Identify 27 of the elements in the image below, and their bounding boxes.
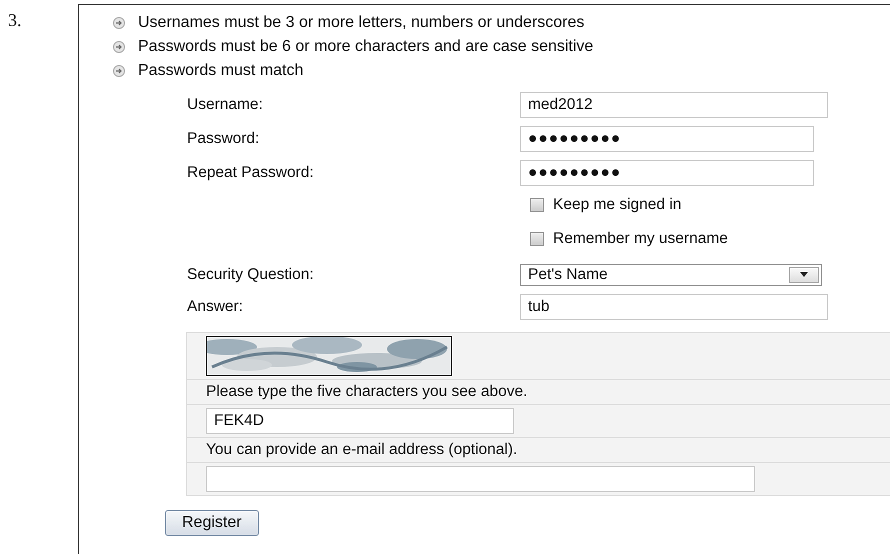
input-field[interactable]: med2012	[520, 92, 828, 118]
caret-icon	[799, 272, 809, 278]
email-field[interactable]	[206, 466, 755, 492]
register-button[interactable]: Register	[165, 510, 259, 536]
field-label: Answer:	[187, 298, 244, 316]
answer-field[interactable]: tub	[520, 294, 828, 320]
checkbox-label: Keep me signed in	[553, 196, 682, 214]
captcha-prompt: Please type the five characters you see above.	[206, 383, 528, 401]
password-field[interactable]: ●●●●●●●●●	[520, 126, 814, 152]
rule-text: Passwords must be 6 or more characters and are case sensitive	[138, 38, 594, 56]
checkbox[interactable]	[530, 198, 544, 212]
email-prompt: You can provide an e-mail address (optional).	[206, 441, 518, 459]
field-label: Password:	[187, 130, 260, 148]
field-label: Repeat Password:	[187, 164, 315, 182]
arrow-bullet-icon	[113, 65, 125, 77]
captcha-field[interactable]: FEK4D	[206, 408, 514, 434]
item-number: 3.	[8, 10, 22, 30]
rule-text: Passwords must match	[138, 62, 304, 80]
field-label: Security Question:	[187, 266, 315, 284]
arrow-bullet-icon	[113, 41, 125, 53]
arrow-bullet-icon	[113, 17, 125, 29]
checkbox-label: Remember my username	[553, 230, 728, 248]
field-label: Username:	[187, 96, 264, 114]
rule-text: Usernames must be 3 or more letters, numbers or underscores	[138, 14, 584, 32]
security-question-dropdown[interactable]: Pet's Name	[520, 264, 822, 286]
checkbox[interactable]	[530, 232, 544, 246]
password-field[interactable]: ●●●●●●●●●	[520, 160, 814, 186]
